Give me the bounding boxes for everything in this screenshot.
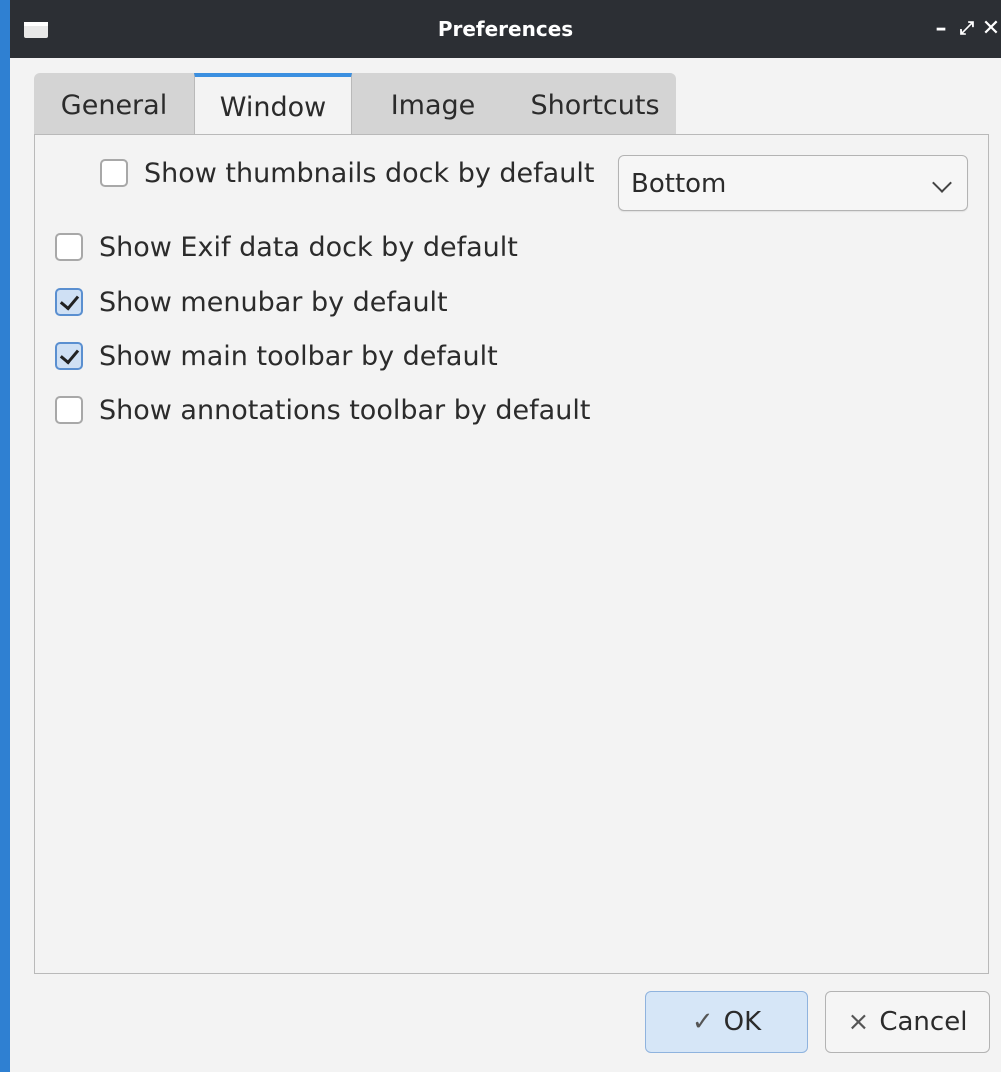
ok-button-label: OK: [723, 1007, 762, 1037]
menubar-checkbox[interactable]: [55, 288, 83, 316]
chevron-down-icon: [932, 173, 952, 193]
minimize-icon[interactable]: –: [930, 16, 952, 42]
tab-image[interactable]: Image: [352, 73, 514, 135]
thumbnails-dock-checkbox[interactable]: [100, 159, 128, 187]
ok-button[interactable]: ✓ OK: [645, 991, 808, 1053]
thumbnails-dock-option[interactable]: Show thumbnails dock by default: [100, 155, 594, 191]
checkmark-icon: ✓: [691, 1007, 714, 1037]
window-title: Preferences: [437, 17, 574, 41]
preferences-window: Preferences – ⤢ ✕ General Window Image S…: [0, 0, 1001, 1072]
menubar-option[interactable]: Show menubar by default: [55, 284, 448, 320]
annotations-toolbar-option[interactable]: Show annotations toolbar by default: [55, 392, 590, 428]
tab-window[interactable]: Window: [194, 73, 352, 137]
thumbnails-position-value: Bottom: [631, 169, 727, 199]
exif-dock-label: Show Exif data dock by default: [99, 231, 518, 263]
annotations-toolbar-label: Show annotations toolbar by default: [99, 394, 591, 426]
annotations-toolbar-checkbox[interactable]: [55, 396, 83, 424]
tab-shortcuts[interactable]: Shortcuts: [514, 73, 676, 135]
main-toolbar-checkbox[interactable]: [55, 342, 83, 370]
tab-general[interactable]: General: [34, 73, 194, 135]
cancel-button[interactable]: × Cancel: [825, 991, 990, 1053]
thumbnails-position-select[interactable]: Bottom: [618, 155, 968, 211]
main-toolbar-label: Show main toolbar by default: [99, 340, 498, 372]
close-icon[interactable]: ✕: [980, 16, 1001, 42]
main-toolbar-option[interactable]: Show main toolbar by default: [55, 338, 498, 374]
thumbnails-dock-label: Show thumbnails dock by default: [144, 157, 595, 189]
maximize-icon[interactable]: ⤢: [956, 16, 978, 42]
exif-dock-option[interactable]: Show Exif data dock by default: [55, 229, 518, 265]
close-icon: ×: [847, 1007, 870, 1037]
exif-dock-checkbox[interactable]: [55, 233, 83, 261]
titlebar[interactable]: Preferences – ⤢ ✕: [10, 0, 1001, 58]
menubar-label: Show menubar by default: [99, 286, 448, 318]
cancel-button-label: Cancel: [879, 1007, 968, 1037]
window-border: [0, 0, 10, 1072]
